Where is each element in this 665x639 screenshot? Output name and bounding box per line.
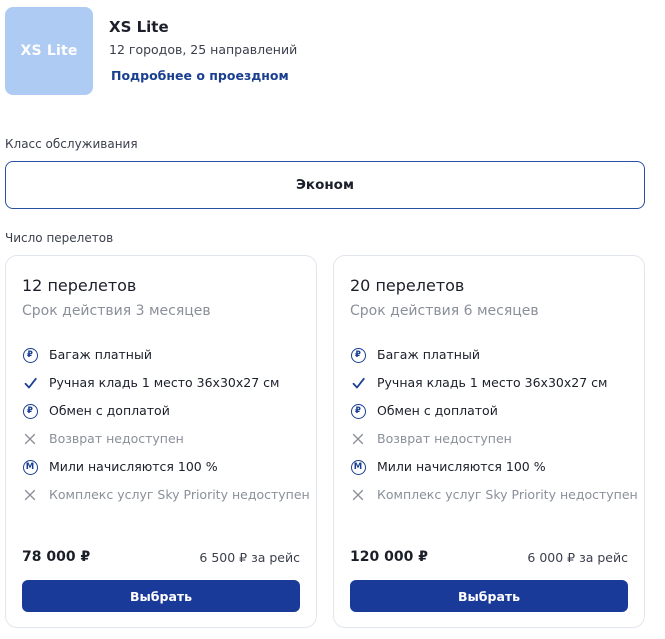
card-title: 20 перелетов — [350, 276, 465, 295]
checkmark-icon — [350, 375, 366, 391]
feature-text: Комплекс услуг Sky Priority недоступен — [377, 487, 638, 502]
cross-icon — [350, 431, 366, 447]
feature-item: M Мили начисляются 100 % — [22, 458, 312, 476]
ruble-circle-icon: ₽ — [22, 347, 38, 363]
flight-pack-card-20: 20 перелетов Срок действия 6 месяцев ₽ Ба… — [333, 255, 645, 628]
feature-text: Комплекс услуг Sky Priority недоступен — [49, 487, 310, 502]
feature-text: Обмен с доплатой — [49, 403, 170, 418]
feature-item: Комплекс услуг Sky Priority недоступен — [350, 486, 640, 504]
feature-text: Ручная кладь 1 место 36x30x27 см — [49, 375, 280, 390]
flights-count-label: Число перелетов — [5, 231, 114, 245]
feature-text: Ручная кладь 1 место 36x30x27 см — [377, 375, 608, 390]
feature-text: Мили начисляются 100 % — [377, 459, 546, 474]
price-per-flight: 6 000 ₽ за рейс — [527, 550, 628, 565]
feature-item: Возврат недоступен — [350, 430, 640, 448]
feature-item: Ручная кладь 1 место 36x30x27 см — [22, 374, 312, 392]
service-class-selector[interactable]: Эконом — [5, 161, 645, 209]
feature-list: ₽ Багаж платный Ручная кладь 1 место 36x30… — [350, 346, 640, 514]
card-price: 78 000 ₽ — [22, 549, 91, 565]
ruble-circle-icon: ₽ — [22, 403, 38, 419]
miles-circle-icon: M — [350, 459, 366, 475]
feature-list: ₽ Багаж платный Ручная кладь 1 место 36x30… — [22, 346, 312, 514]
feature-text: Обмен с доплатой — [377, 403, 498, 418]
tariff-logo: XS Lite — [5, 7, 93, 95]
price-per-flight: 6 500 ₽ за рейс — [199, 550, 300, 565]
checkmark-icon — [22, 375, 38, 391]
miles-circle-icon: M — [22, 459, 38, 475]
ruble-circle-icon: ₽ — [350, 347, 366, 363]
feature-text: Багаж платный — [377, 347, 480, 362]
pass-details-link[interactable]: Подробнее о проездном — [111, 68, 289, 83]
select-button[interactable]: Выбрать — [350, 580, 628, 612]
select-button[interactable]: Выбрать — [22, 580, 300, 612]
card-validity: Срок действия 6 месяцев — [350, 303, 539, 319]
card-price: 120 000 ₽ — [350, 549, 428, 565]
feature-item: Ручная кладь 1 место 36x30x27 см — [350, 374, 640, 392]
feature-item: M Мили начисляются 100 % — [350, 458, 640, 476]
feature-text: Возврат недоступен — [49, 431, 184, 446]
tariff-header: XS Lite XS Lite 12 городов, 25 направлен… — [5, 7, 405, 95]
cross-icon — [22, 487, 38, 503]
service-class-label: Класс обслуживания — [5, 137, 138, 151]
feature-item: ₽ Багаж платный — [22, 346, 312, 364]
feature-text: Багаж платный — [49, 347, 152, 362]
card-validity: Срок действия 3 месяцев — [22, 303, 211, 319]
tariff-coverage: 12 городов, 25 направлений — [109, 42, 298, 57]
tariff-title: XS Lite — [109, 18, 169, 36]
cross-icon — [22, 431, 38, 447]
feature-item: ₽ Обмен с доплатой — [350, 402, 640, 420]
logo-text: XS Lite — [20, 43, 78, 59]
feature-text: Мили начисляются 100 % — [49, 459, 218, 474]
flight-pack-card-12: 12 перелетов Срок действия 3 месяцев ₽ Ба… — [5, 255, 317, 628]
ruble-circle-icon: ₽ — [350, 403, 366, 419]
feature-item: Возврат недоступен — [22, 430, 312, 448]
cross-icon — [350, 487, 366, 503]
feature-item: ₽ Обмен с доплатой — [22, 402, 312, 420]
feature-text: Возврат недоступен — [377, 431, 512, 446]
card-title: 12 перелетов — [22, 276, 137, 295]
feature-item: ₽ Багаж платный — [350, 346, 640, 364]
feature-item: Комплекс услуг Sky Priority недоступен — [22, 486, 312, 504]
